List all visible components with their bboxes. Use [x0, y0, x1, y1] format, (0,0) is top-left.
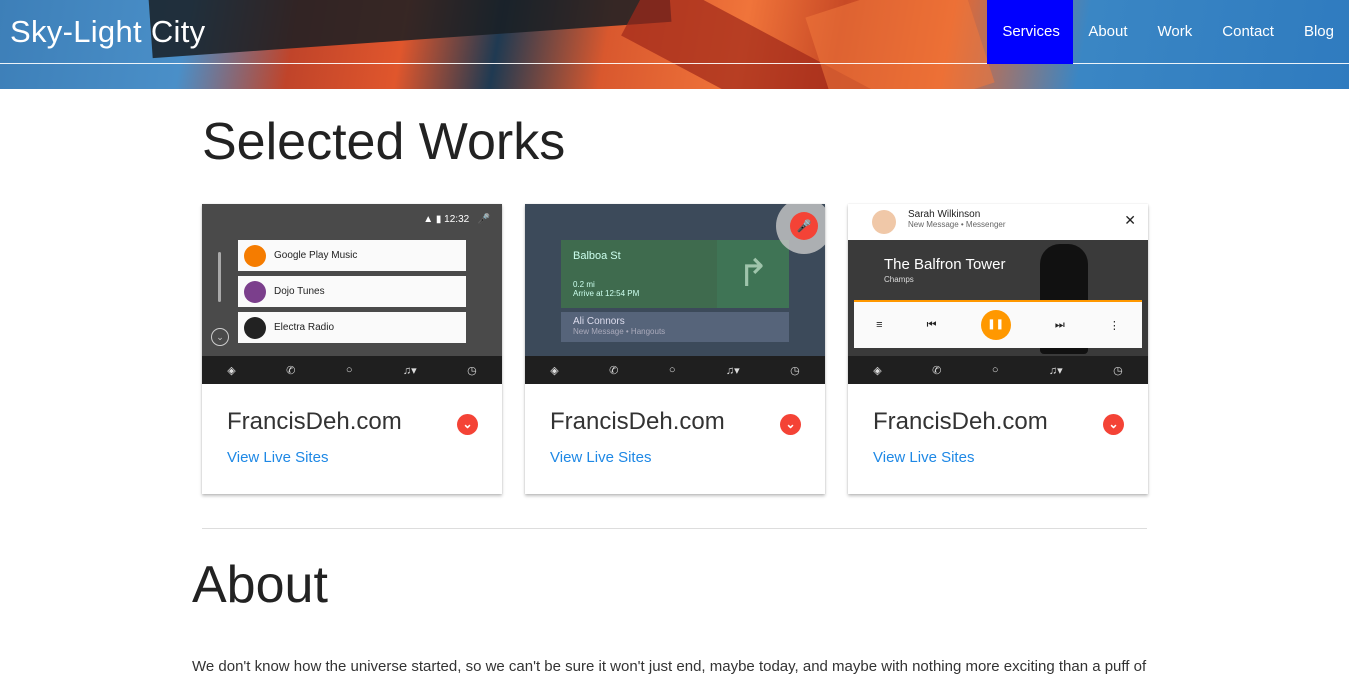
list-item-label: Dojo Tunes: [274, 286, 325, 297]
card-body: FrancisDeh.com View Live Sites ⌄: [848, 384, 1148, 494]
headphones-icon: ♫▾: [725, 364, 740, 377]
home-icon: ○: [345, 364, 353, 376]
nav-services[interactable]: Services: [987, 0, 1074, 64]
headphones-icon: [244, 244, 266, 267]
about-section-title: About: [192, 556, 328, 614]
message-notification: Sarah Wilkinson New Message • Messenger …: [848, 204, 1148, 240]
chevron-down-icon[interactable]: ⌄: [780, 414, 801, 435]
headphones-icon: ♫▾: [402, 364, 417, 377]
mic-icon: 🎤: [790, 212, 818, 240]
work-thumbnail[interactable]: ▲ ▮ 12:32 🎤 ⌄ Google Play Music Dojo Tun…: [202, 204, 502, 384]
main-nav: Services About Work Contact Blog: [987, 0, 1349, 64]
list-item: Electra Radio: [238, 312, 466, 343]
work-thumbnail[interactable]: Sarah Wilkinson New Message • Messenger …: [848, 204, 1148, 384]
skip-previous-icon: ⏮: [926, 318, 937, 331]
list-item: Dojo Tunes: [238, 276, 466, 307]
navigation-icon: ◈: [227, 364, 236, 377]
works-section-title: Selected Works: [202, 113, 566, 171]
car-nav-bar: ◈ ✆ ○ ♫▾ ◷: [848, 356, 1148, 384]
view-live-sites-link[interactable]: View Live Sites: [227, 449, 328, 466]
list-item-label: Electra Radio: [274, 322, 335, 333]
home-icon: ○: [991, 364, 999, 376]
message-meta: New Message • Hangouts: [573, 327, 666, 336]
status-time: 12:32: [444, 214, 470, 225]
more-icon: ⋮: [1108, 319, 1120, 332]
card-title: FrancisDeh.com: [873, 408, 1048, 435]
navigation-card: Balboa St 0.2 mi Arrive at 12:54 PM ↱: [561, 240, 789, 308]
card-body: FrancisDeh.com View Live Sites ⌄: [202, 384, 502, 494]
close-icon: ✕: [1124, 212, 1136, 228]
navigation-icon: ◈: [550, 364, 559, 377]
phone-icon: ✆: [286, 364, 296, 377]
work-card: Balboa St 0.2 mi Arrive at 12:54 PM ↱ Al…: [525, 204, 825, 494]
media-player-controls: ≡ ⏮ ❚❚ ⏭ ⋮: [854, 300, 1142, 348]
message-sender: Sarah Wilkinson: [908, 209, 981, 220]
queue-icon: ≡: [876, 319, 883, 331]
site-brand[interactable]: Sky-Light City: [10, 14, 205, 50]
chevron-down-icon[interactable]: ⌄: [457, 414, 478, 435]
song-artist: Champs: [884, 275, 914, 284]
mic-icon: 🎤: [477, 214, 490, 225]
nav-work[interactable]: Work: [1143, 0, 1208, 64]
app-icon: [244, 280, 266, 303]
card-title: FrancisDeh.com: [550, 408, 725, 435]
skip-next-icon: ⏭: [1054, 318, 1065, 331]
message-notification: Ali Connors New Message • Hangouts: [561, 312, 789, 342]
view-live-sites-link[interactable]: View Live Sites: [550, 449, 651, 466]
card-body: FrancisDeh.com View Live Sites ⌄: [525, 384, 825, 494]
clock-icon: ◷: [467, 364, 477, 377]
hero-header: Sky-Light City Services About Work Conta…: [0, 0, 1349, 89]
work-card: ▲ ▮ 12:32 🎤 ⌄ Google Play Music Dojo Tun…: [202, 204, 502, 494]
home-icon: ○: [668, 364, 676, 376]
clock-icon: ◷: [790, 364, 800, 377]
card-title: FrancisDeh.com: [227, 408, 402, 435]
about-paragraph: We don't know how the universe started, …: [192, 658, 1147, 675]
turn-right-icon: ↱: [717, 240, 789, 308]
avatar: [872, 210, 896, 234]
chevron-down-icon[interactable]: ⌄: [1103, 414, 1124, 435]
scrollbar: [218, 252, 221, 302]
phone-icon: ✆: [932, 364, 942, 377]
clock-icon: ◷: [1113, 364, 1123, 377]
chevron-down-icon: ⌄: [211, 328, 229, 346]
nav-blog[interactable]: Blog: [1289, 0, 1349, 64]
header-bg-beam: [148, 0, 672, 59]
message-meta: New Message • Messenger: [908, 220, 1006, 229]
navigation-icon: ◈: [873, 364, 882, 377]
list-item: Google Play Music: [238, 240, 466, 271]
pause-icon: ❚❚: [980, 310, 1011, 340]
header-bg-beam: [805, 0, 995, 89]
view-live-sites-link[interactable]: View Live Sites: [873, 449, 974, 466]
work-thumbnail[interactable]: Balboa St 0.2 mi Arrive at 12:54 PM ↱ Al…: [525, 204, 825, 384]
section-divider: [202, 528, 1147, 529]
media-app-list: Google Play Music Dojo Tunes Electra Rad…: [238, 240, 466, 348]
nav-about[interactable]: About: [1073, 0, 1142, 64]
works-cards: ▲ ▮ 12:32 🎤 ⌄ Google Play Music Dojo Tun…: [202, 204, 1148, 494]
song-title: The Balfron Tower: [884, 256, 1006, 273]
message-sender: Ali Connors: [573, 316, 625, 327]
work-card: Sarah Wilkinson New Message • Messenger …: [848, 204, 1148, 494]
phone-icon: ✆: [609, 364, 619, 377]
headphones-icon: ♫▾: [1048, 364, 1063, 377]
list-item-label: Google Play Music: [274, 250, 358, 261]
app-icon: [244, 316, 266, 339]
nav-contact[interactable]: Contact: [1207, 0, 1289, 64]
car-nav-bar: ◈ ✆ ○ ♫▾ ◷: [525, 356, 825, 384]
car-nav-bar: ◈ ✆ ○ ♫▾ ◷: [202, 356, 502, 384]
status-bar: ▲ ▮ 12:32 🎤: [423, 214, 490, 225]
